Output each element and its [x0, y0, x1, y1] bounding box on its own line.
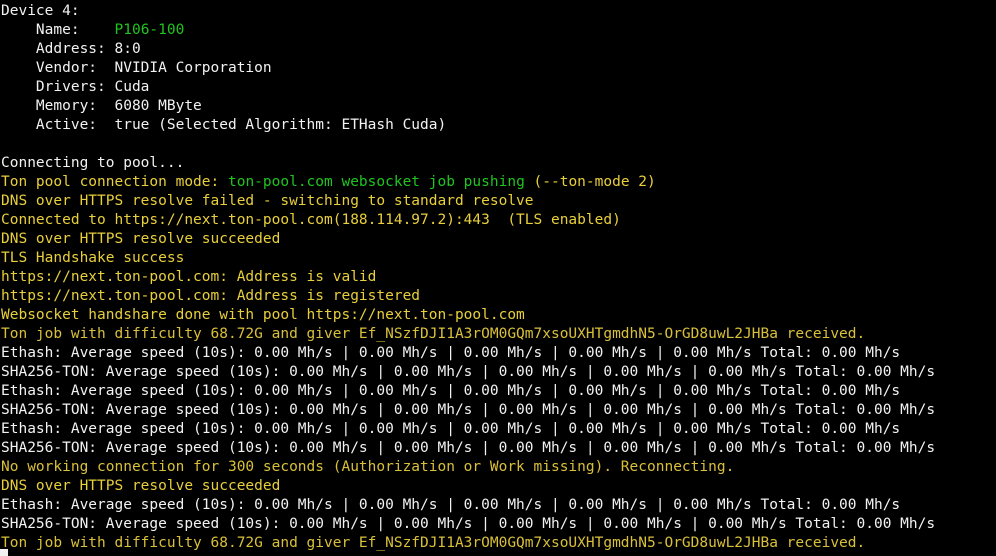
terminal-output: Device 4: Name: P106-100 Address: 8:0 Ve…	[1, 2, 996, 553]
log-ton-mode-value: ton-pool.com websocket job pushing	[227, 174, 525, 190]
log-sha256-speed: SHA256-TON: Average speed (10s): 0.00 Mh…	[1, 364, 936, 380]
device-header: Device 4:	[1, 3, 80, 19]
log-ton-mode-suffix: (--ton-mode 2)	[524, 174, 656, 190]
log-sha256-speed: SHA256-TON: Average speed (10s): 0.00 Mh…	[1, 516, 936, 532]
log-ethash-speed: Ethash: Average speed (10s): 0.00 Mh/s |…	[1, 421, 901, 437]
log-tls-handshake: TLS Handshake success	[1, 250, 185, 266]
text-cursor	[0, 549, 8, 556]
log-websocket-handshake: Websocket handshare done with pool https…	[1, 307, 525, 323]
log-ethash-speed: Ethash: Average speed (10s): 0.00 Mh/s |…	[1, 497, 901, 513]
device-active: Active: true (Selected Algorithm: ETHash…	[1, 117, 447, 133]
log-doh-failed: DNS over HTTPS resolve failed - switchin…	[1, 193, 534, 209]
log-doh-succeeded: DNS over HTTPS resolve succeeded	[1, 478, 281, 494]
log-sha256-speed: SHA256-TON: Average speed (10s): 0.00 Mh…	[1, 440, 936, 456]
log-doh-succeeded: DNS over HTTPS resolve succeeded	[1, 231, 281, 247]
log-ethash-speed: Ethash: Average speed (10s): 0.00 Mh/s |…	[1, 383, 901, 399]
device-name-value: P106-100	[114, 22, 185, 38]
log-address-registered: https://next.ton-pool.com: Address is re…	[1, 288, 421, 304]
device-name-line: Name: P106-100	[1, 21, 996, 40]
log-ethash-speed: Ethash: Average speed (10s): 0.00 Mh/s |…	[1, 345, 901, 361]
log-ton-mode: Ton pool connection mode: ton-pool.com w…	[1, 173, 996, 192]
log-sha256-speed: SHA256-TON: Average speed (10s): 0.00 Mh…	[1, 402, 936, 418]
log-ton-job: Ton job with difficulty 68.72G and giver…	[1, 535, 866, 551]
log-ton-job: Ton job with difficulty 68.72G and giver…	[1, 326, 866, 342]
log-ton-mode-prefix: Ton pool connection mode:	[1, 174, 228, 190]
device-address: Address: 8:0	[1, 41, 141, 57]
terminal-window[interactable]: Device 4: Name: P106-100 Address: 8:0 Ve…	[0, 0, 996, 556]
log-no-connection: No working connection for 300 seconds (A…	[1, 459, 735, 475]
log-address-valid: https://next.ton-pool.com: Address is va…	[1, 269, 377, 285]
device-vendor: Vendor: NVIDIA Corporation	[1, 60, 272, 76]
log-connected: Connected to https://next.ton-pool.com(1…	[1, 212, 621, 228]
device-memory: Memory: 6080 MByte	[1, 98, 202, 114]
device-name-label: Name:	[1, 22, 115, 38]
device-drivers: Drivers: Cuda	[1, 79, 150, 95]
log-connecting: Connecting to pool...	[1, 155, 185, 171]
